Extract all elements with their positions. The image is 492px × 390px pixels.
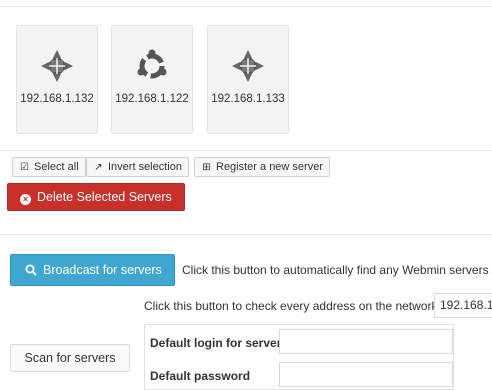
default-login-label: Default login for servers — [150, 336, 289, 350]
delete-selected-servers-button[interactable]: × Delete Selected Servers — [7, 183, 185, 211]
broadcast-description: Click this button to automatically find … — [182, 263, 492, 277]
scan-for-servers-button[interactable]: Scan for servers — [10, 344, 130, 372]
server-ip-label: 192.168.1.122 — [115, 93, 189, 105]
server-ip-label: 192.168.1.132 — [20, 93, 94, 105]
scan-options-table: Default login for servers Default passwo… — [144, 324, 454, 390]
server-tile-3[interactable]: 192.168.1.133 — [207, 25, 289, 134]
server-tile-2[interactable]: 192.168.1.122 — [111, 25, 193, 134]
plus-square-icon: ⊞ — [202, 162, 211, 173]
tiles-divider — [0, 150, 492, 151]
section-divider — [0, 234, 492, 235]
scan-description: Click this button to check every address… — [144, 299, 438, 313]
ubuntu-logo-icon — [137, 49, 167, 79]
top-divider — [0, 6, 492, 7]
default-password-label: Default password — [150, 369, 251, 383]
default-login-input[interactable] — [279, 329, 453, 354]
server-tile-1[interactable]: 192.168.1.132 — [16, 25, 98, 134]
register-server-button[interactable]: ⊞ Register a new server — [194, 157, 330, 177]
search-icon — [25, 264, 37, 276]
broadcast-for-servers-button[interactable]: Broadcast for servers — [10, 254, 175, 286]
centos-logo-icon — [41, 50, 73, 82]
check-square-icon: ☑ — [20, 162, 29, 173]
select-all-button[interactable]: ☑ Select all — [12, 157, 86, 177]
server-ip-label: 192.168.1.133 — [211, 93, 285, 105]
share-square-icon: ↗ — [94, 162, 103, 173]
centos-logo-icon — [232, 50, 264, 82]
default-password-input[interactable] — [279, 362, 453, 387]
network-address-input[interactable]: 192.168.1 — [434, 293, 492, 318]
invert-selection-button[interactable]: ↗ Invert selection — [86, 157, 189, 177]
times-circle-icon: × — [20, 194, 31, 205]
